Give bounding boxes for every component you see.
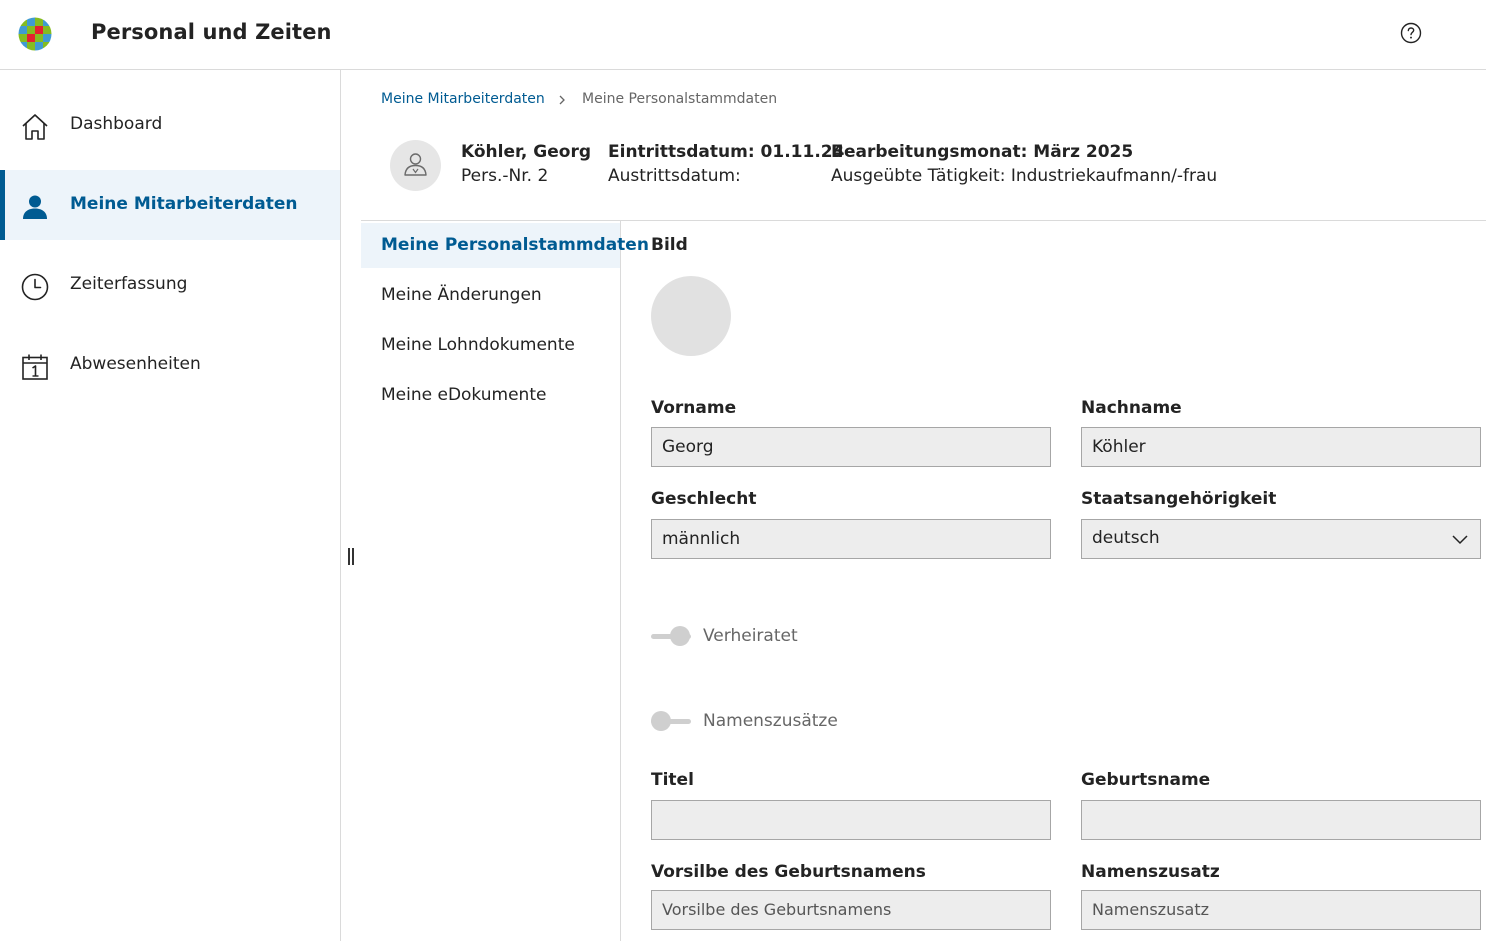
nachname-label: Nachname bbox=[1081, 398, 1182, 418]
staatsangehoerigkeit-select[interactable]: deutsch bbox=[1081, 519, 1481, 559]
employee-taetigkeit: Ausgeübte Tätigkeit: Industriekaufmann/-… bbox=[831, 166, 1218, 186]
namenszusaetze-toggle[interactable] bbox=[651, 711, 693, 733]
app-title: Personal und Zeiten bbox=[91, 20, 332, 44]
breadcrumb-current: Meine Personalstammdaten bbox=[582, 91, 778, 107]
app-logo bbox=[18, 17, 52, 51]
employee-work-block: Bearbeitungsmonat: März 2025 Ausgeübte T… bbox=[831, 140, 1217, 188]
vorsilbe-field[interactable] bbox=[651, 890, 1051, 930]
employee-austrittsdatum: Austrittsdatum: bbox=[608, 166, 741, 186]
staatsangehoerigkeit-label: Staatsangehörigkeit bbox=[1081, 489, 1277, 509]
sidebar-item-mitarbeiterdaten[interactable]: Meine Mitarbeiterdaten bbox=[0, 170, 340, 240]
sub-navigation: Meine Personalstammdaten Meine Änderunge… bbox=[361, 221, 649, 941]
breadcrumb-link-mitarbeiterdaten[interactable]: Meine Mitarbeiterdaten bbox=[381, 91, 545, 107]
sidebar: Dashboard Meine Mitarbeiterdaten Zeiterf… bbox=[0, 70, 341, 941]
sidebar-item-label: Zeiterfassung bbox=[70, 274, 188, 294]
section-title-bild: Bild bbox=[651, 235, 688, 255]
sidebar-item-label: Abwesenheiten bbox=[70, 354, 201, 374]
vorsilbe-label: Vorsilbe des Geburtsnamens bbox=[651, 862, 926, 882]
geschlecht-field[interactable] bbox=[651, 519, 1051, 559]
employee-eintrittsdatum: Eintrittsdatum: 01.11.24 bbox=[608, 142, 845, 162]
employee-name-block: Köhler, Georg Pers.-Nr. 2 bbox=[461, 140, 591, 188]
chevron-down-icon bbox=[1452, 535, 1468, 545]
tab-label: Meine Personalstammdaten bbox=[381, 235, 649, 255]
employee-pers-nr: Pers.-Nr. 2 bbox=[461, 166, 549, 186]
staatsangehoerigkeit-value: deutsch bbox=[1092, 528, 1160, 548]
employee-name: Köhler, Georg bbox=[461, 142, 591, 162]
titel-label: Titel bbox=[651, 770, 694, 790]
person-outline-icon bbox=[404, 153, 427, 176]
sidebar-item-abwesenheiten[interactable]: Abwesenheiten bbox=[0, 330, 340, 400]
namenszusatz-label: Namenszusatz bbox=[1081, 862, 1220, 882]
profile-photo[interactable] bbox=[651, 276, 731, 356]
tab-label: Meine Änderungen bbox=[381, 285, 542, 305]
tab-aenderungen[interactable]: Meine Änderungen bbox=[361, 273, 620, 318]
geburtsname-label: Geburtsname bbox=[1081, 770, 1211, 790]
sidebar-item-label: Meine Mitarbeiterdaten bbox=[70, 194, 298, 214]
help-circle-icon[interactable] bbox=[1400, 22, 1422, 44]
employee-dates-block: Eintrittsdatum: 01.11.24 Austrittsdatum: bbox=[608, 140, 844, 188]
verheiratet-label: Verheiratet bbox=[703, 626, 798, 646]
clock-icon bbox=[21, 273, 49, 301]
tab-personalstammdaten[interactable]: Meine Personalstammdaten bbox=[361, 223, 649, 268]
person-icon bbox=[23, 195, 47, 219]
tab-lohndokumente[interactable]: Meine Lohndokumente bbox=[361, 323, 620, 368]
vorname-field[interactable] bbox=[651, 427, 1051, 467]
tab-edokumente[interactable]: Meine eDokumente bbox=[361, 373, 620, 418]
home-icon bbox=[22, 114, 48, 140]
tab-label: Meine eDokumente bbox=[381, 385, 547, 405]
sidebar-item-dashboard[interactable]: Dashboard bbox=[0, 90, 340, 160]
employee-bearbeitungsmonat: Bearbeitungsmonat: März 2025 bbox=[831, 142, 1134, 162]
calendar-icon bbox=[22, 354, 48, 380]
tab-label: Meine Lohndokumente bbox=[381, 335, 575, 355]
geschlecht-label: Geschlecht bbox=[651, 489, 757, 509]
namenszusatz-field[interactable] bbox=[1081, 890, 1481, 930]
chevron-right-icon bbox=[559, 95, 565, 105]
verheiratet-toggle[interactable] bbox=[651, 626, 693, 648]
sidebar-resize-handle[interactable] bbox=[346, 548, 356, 566]
avatar bbox=[390, 140, 441, 191]
sidebar-item-zeiterfassung[interactable]: Zeiterfassung bbox=[0, 250, 340, 320]
nachname-field[interactable] bbox=[1081, 427, 1481, 467]
geburtsname-field[interactable] bbox=[1081, 800, 1481, 840]
sidebar-item-label: Dashboard bbox=[70, 114, 163, 134]
vorname-label: Vorname bbox=[651, 398, 737, 418]
app-header: Personal und Zeiten bbox=[0, 0, 1486, 70]
titel-field[interactable] bbox=[651, 800, 1051, 840]
namenszusaetze-label: Namenszusätze bbox=[703, 711, 838, 731]
